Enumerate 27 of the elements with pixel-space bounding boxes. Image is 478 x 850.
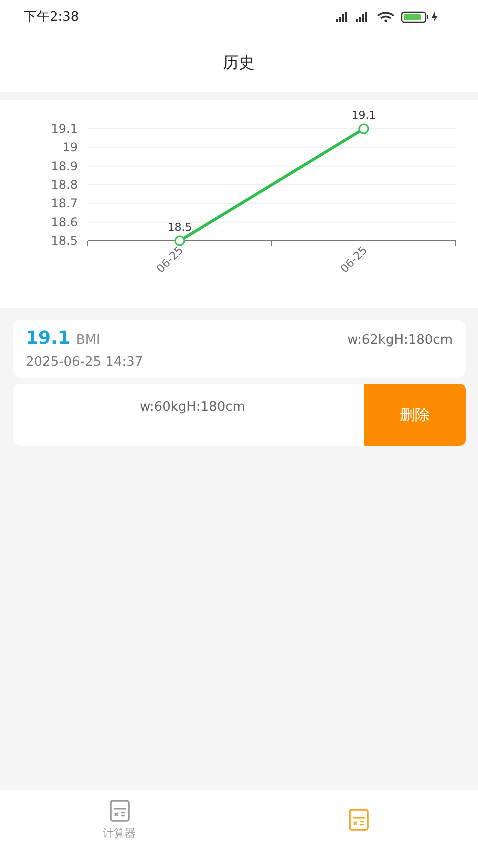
y-tick-label: 18.6 bbox=[51, 215, 78, 230]
wifi-icon bbox=[377, 12, 395, 22]
y-tick-label: 19.1 bbox=[51, 122, 78, 136]
data-label: 18.5 bbox=[168, 221, 192, 234]
page-title: 历史 bbox=[223, 52, 255, 74]
measurements: w:60kgH:180cm bbox=[140, 400, 246, 415]
calculator-icon bbox=[108, 800, 130, 822]
data-point bbox=[174, 236, 186, 246]
charging-icon bbox=[432, 12, 438, 22]
y-tick-label: 18.7 bbox=[51, 196, 78, 211]
y-tick-label: 18.9 bbox=[51, 159, 78, 174]
status-time: 下午2:38 bbox=[24, 9, 80, 26]
record-card[interactable]: 19.1 BMI w:62kgH:180cm 2025-06-25 14:37 bbox=[13, 320, 466, 378]
bmi-value: 19.1 bbox=[26, 328, 70, 349]
record-card[interactable]: w:60kgH:180cm bbox=[13, 384, 364, 446]
y-tick-label: 18.8 bbox=[51, 178, 78, 192]
y-tick-label: 18.5 bbox=[51, 234, 78, 248]
battery-icon bbox=[401, 12, 428, 23]
calculator-icon bbox=[348, 809, 370, 831]
data-label: 19.1 bbox=[352, 109, 376, 122]
measurements: w:62kgH:180cm bbox=[348, 333, 453, 348]
signal-icon bbox=[356, 12, 367, 22]
record-time: 2025-06-25 14:37 bbox=[26, 355, 144, 370]
data-point bbox=[358, 124, 370, 134]
signal-icon bbox=[336, 12, 347, 22]
bmi-unit: BMI bbox=[76, 333, 100, 348]
y-tick-label: 19 bbox=[62, 140, 78, 155]
